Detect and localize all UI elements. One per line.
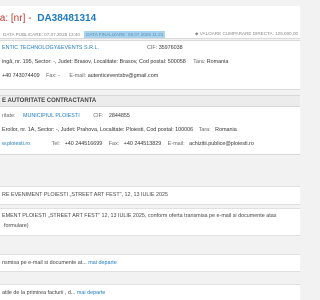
published-date: DATA PUBLICARE: 07.07.2025 13:40	[3, 32, 80, 37]
payment-strip: atile de la primirea facturii , d... mai…	[0, 284, 300, 300]
supplier-cif: CIF: 35976038	[147, 45, 183, 51]
supplier-section: ENTIC TECHNOLOGY&EVENTS S.R.L. CIF: 3597…	[0, 40, 300, 90]
description-line-2: formulare)	[4, 223, 29, 229]
payment-text: atile de la primirea facturii , d... mai…	[2, 290, 105, 296]
procurement-page: ta: [nr] - DA38481314 DATA PUBLICARE: 07…	[0, 0, 300, 300]
payment-more-link[interactable]: mai departe	[77, 290, 105, 296]
delivery-more-link[interactable]: mai departe	[88, 260, 116, 266]
supplier-contact: +40 743074409 Fax: - E-mail: autenticeve…	[2, 73, 158, 79]
supplier-cif-value: 35976038	[158, 45, 183, 51]
authority-country-label: Tara:	[198, 127, 211, 133]
authority-country: Romania	[215, 127, 237, 133]
authority-name[interactable]: MUNICIPIUL PLOIESTI	[23, 113, 80, 119]
delivery-summary: nsmisa pe e-mail si documente at...	[2, 260, 87, 266]
authority-email[interactable]: achizitii.publice@ploiesti.ro	[189, 141, 254, 147]
authority-email-label: E-mail:	[167, 141, 185, 147]
supplier-address-text: ingă, nr. 195, Sector: -, Judet: Brasov,…	[2, 59, 186, 65]
supplier-email-label: E-mail:	[69, 73, 87, 79]
authority-name-row: ritate: MUNICIPIUL PLOIESTI CIF: 2844855	[2, 113, 130, 119]
authority-fax-label: Fax:	[108, 141, 120, 147]
page-title: ta: [nr] - DA38481314	[0, 13, 96, 24]
authority-contact: w.ploiesti.ro Tel: +40 244516699 Fax: +4…	[2, 141, 254, 147]
authority-cif-label: CIF:	[93, 113, 104, 119]
procurement-code: DA38481314	[37, 13, 97, 24]
supplier-phone: +40 743074409	[2, 73, 40, 79]
description-line-1: EMENT PLOIESTI „STREET ART FEST" 12, 13 …	[2, 213, 277, 219]
description-strip: EMENT PLOIESTI „STREET ART FEST" 12, 13 …	[0, 208, 300, 236]
title-prefix: ta: [nr] -	[0, 13, 32, 24]
authority-website[interactable]: w.ploiesti.ro	[2, 141, 30, 147]
supplier-country-label: Tara:	[193, 59, 206, 65]
supplier-email[interactable]: autenticeventsbv@gmail.com	[88, 73, 159, 79]
supplier-fax-label: Fax:	[46, 73, 57, 79]
authority-tel-label: Tel:	[51, 141, 61, 147]
meta-row: DATA PUBLICARE: 07.07.2025 13:40 DATA FI…	[3, 31, 298, 38]
supplier-name[interactable]: ENTIC TECHNOLOGY&EVENTS S.R.L.	[2, 45, 99, 51]
payment-summary: atile de la primirea facturii , d...	[2, 290, 76, 296]
authority-section-title: E AUTORITATE CONTRACTANTA	[0, 96, 300, 107]
supplier-cif-label: CIF:	[147, 45, 158, 51]
authority-section: E AUTORITATE CONTRACTANTA ritate: MUNICI…	[0, 95, 300, 155]
purchase-value: ◆ VALOARE CUMPARARE DIRECTA: 125.000,00	[195, 31, 299, 36]
object-strip: RE EVENIMENT PLOIESTI „STREET ART FEST",…	[0, 186, 300, 205]
delivery-strip: nsmisa pe e-mail si documente at... mai …	[0, 254, 300, 272]
authority-cif: 2844855	[108, 113, 130, 119]
authority-name-label: ritate:	[2, 113, 16, 119]
delivery-text: nsmisa pe e-mail si documente at... mai …	[2, 260, 117, 266]
authority-address: Eroilor, nr. 1A, Sector: -, Judet: Praho…	[2, 127, 237, 133]
authority-fax: +40 244513829	[123, 141, 162, 147]
object-title: RE EVENIMENT PLOIESTI „STREET ART FEST",…	[2, 192, 168, 198]
authority-address-text: Eroilor, nr. 1A, Sector: -, Judet: Praho…	[2, 127, 194, 133]
supplier-fax: -	[58, 73, 60, 79]
supplier-address: ingă, nr. 195, Sector: -, Judet: Brasov,…	[2, 59, 228, 65]
supplier-country: Romania	[206, 59, 229, 65]
authority-tel: +40 244516699	[64, 141, 103, 147]
finalized-date: DATA FINALIZARE: 08.07.2025 11:21	[84, 31, 166, 38]
